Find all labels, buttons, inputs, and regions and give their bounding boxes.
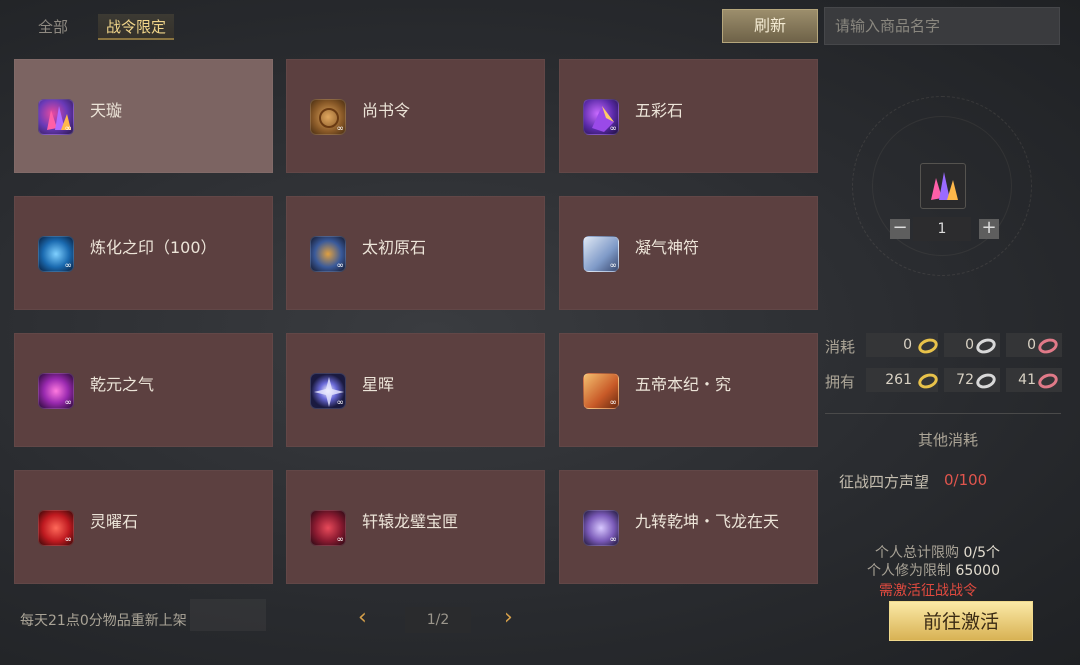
item-card[interactable]: ∞ 星晖 bbox=[286, 333, 545, 447]
cost-label: 消耗 bbox=[825, 338, 856, 356]
item-name: 灵曜石 bbox=[90, 512, 139, 531]
own-label: 拥有 bbox=[825, 373, 856, 391]
infinite-mark: ∞ bbox=[609, 535, 618, 545]
item-card[interactable]: ∞ 乾元之气 bbox=[14, 333, 273, 447]
item-card[interactable]: ∞ 太初原石 bbox=[286, 196, 545, 310]
quantity-increase-button[interactable]: + bbox=[979, 219, 999, 239]
infinite-mark: ∞ bbox=[336, 398, 345, 408]
refresh-button[interactable]: 刷新 bbox=[722, 9, 818, 43]
item-name: 凝气神符 bbox=[635, 238, 700, 257]
item-card[interactable]: ∞ 凝气神符 bbox=[559, 196, 818, 310]
item-grid: ∞ 天璇 ∞ 尚书令 ∞ 五彩石 ∞ 炼化之印（100） ∞ 太初原石 ∞ 凝气… bbox=[14, 59, 818, 586]
blue-orb-icon: ∞ bbox=[38, 236, 74, 272]
red-jade-box-icon: ∞ bbox=[310, 510, 346, 546]
activate-button[interactable]: 前往激活 bbox=[889, 601, 1033, 641]
item-card[interactable]: ∞ 灵曜石 bbox=[14, 470, 273, 584]
reputation-label: 征战四方声望 bbox=[839, 473, 930, 491]
quantity-decrease-button[interactable]: − bbox=[890, 219, 910, 239]
infinite-mark: ∞ bbox=[64, 398, 73, 408]
star-burst-icon: ∞ bbox=[310, 373, 346, 409]
scroll-seal-icon: ∞ bbox=[310, 99, 346, 135]
cultivation-limit-value: 65000 bbox=[955, 563, 1000, 579]
item-card[interactable]: ∞ 天璇 bbox=[14, 59, 273, 173]
item-name: 乾元之气 bbox=[90, 375, 155, 394]
infinite-mark: ∞ bbox=[64, 261, 73, 271]
red-spiral-stone-icon: ∞ bbox=[38, 510, 74, 546]
talisman-paper-icon: ∞ bbox=[583, 236, 619, 272]
next-page-arrow-icon[interactable]: › bbox=[504, 607, 513, 629]
item-name: 天璇 bbox=[90, 101, 123, 120]
quantity-field[interactable]: 1 bbox=[913, 217, 971, 241]
item-card[interactable]: ∞ 尚书令 bbox=[286, 59, 545, 173]
infinite-mark: ∞ bbox=[609, 124, 618, 134]
book-icon: ∞ bbox=[583, 373, 619, 409]
selected-item-crystal-icon bbox=[920, 163, 966, 209]
item-card[interactable]: ∞ 炼化之印（100） bbox=[14, 196, 273, 310]
cultivation-limit-label: 个人修为限制 bbox=[867, 563, 951, 579]
item-name: 炼化之印（100） bbox=[90, 238, 217, 257]
ghost-button bbox=[190, 599, 266, 631]
infinite-mark: ∞ bbox=[609, 398, 618, 408]
item-name: 五彩石 bbox=[635, 101, 684, 120]
infinite-mark: ∞ bbox=[336, 261, 345, 271]
reputation-value: 0/100 bbox=[944, 471, 988, 489]
item-card[interactable]: ∞ 轩辕龙璧宝匣 bbox=[286, 470, 545, 584]
infinite-mark: ∞ bbox=[336, 124, 345, 134]
raw-ore-icon: ∞ bbox=[310, 236, 346, 272]
cultivation-limit: 个人修为限制 65000 bbox=[867, 563, 1000, 579]
personal-limit-value: 0/5个 bbox=[963, 545, 1000, 561]
other-cost-title: 其他消耗 bbox=[918, 431, 979, 449]
infinite-mark: ∞ bbox=[64, 124, 73, 134]
crystal-cluster-icon: ∞ bbox=[38, 99, 74, 135]
item-name: 九转乾坤・飞龙在天 bbox=[635, 512, 780, 531]
item-name: 五帝本纪・究 bbox=[635, 375, 732, 394]
restock-note: 每天21点0分物品重新上架 bbox=[20, 613, 187, 629]
page-indicator: 1/2 bbox=[405, 607, 471, 633]
activation-warning: 需激活征战战令 bbox=[879, 583, 977, 599]
item-name: 太初原石 bbox=[362, 238, 427, 257]
infinite-mark: ∞ bbox=[609, 261, 618, 271]
item-card[interactable]: ∞ 五彩石 bbox=[559, 59, 818, 173]
item-name: 星晖 bbox=[362, 375, 395, 394]
divider bbox=[825, 413, 1061, 414]
item-card[interactable]: ∞ 九转乾坤・飞龙在天 bbox=[559, 470, 818, 584]
tab-battle-pass-limited[interactable]: 战令限定 bbox=[98, 14, 175, 40]
personal-limit-label: 个人总计限购 bbox=[875, 545, 960, 561]
item-name: 轩辕龙璧宝匣 bbox=[362, 512, 459, 531]
infinite-mark: ∞ bbox=[64, 535, 73, 545]
item-card[interactable]: ∞ 五帝本纪・究 bbox=[559, 333, 818, 447]
item-name: 尚书令 bbox=[362, 101, 411, 120]
personal-limit: 个人总计限购 0/5个 bbox=[875, 545, 1000, 561]
dragon-orb-icon: ∞ bbox=[583, 510, 619, 546]
tab-all[interactable]: 全部 bbox=[30, 14, 76, 40]
prev-page-arrow-icon[interactable]: ‹ bbox=[358, 607, 367, 629]
purple-aura-icon: ∞ bbox=[38, 373, 74, 409]
search-input[interactable] bbox=[824, 7, 1060, 45]
infinite-mark: ∞ bbox=[336, 535, 345, 545]
colored-stone-icon: ∞ bbox=[583, 99, 619, 135]
